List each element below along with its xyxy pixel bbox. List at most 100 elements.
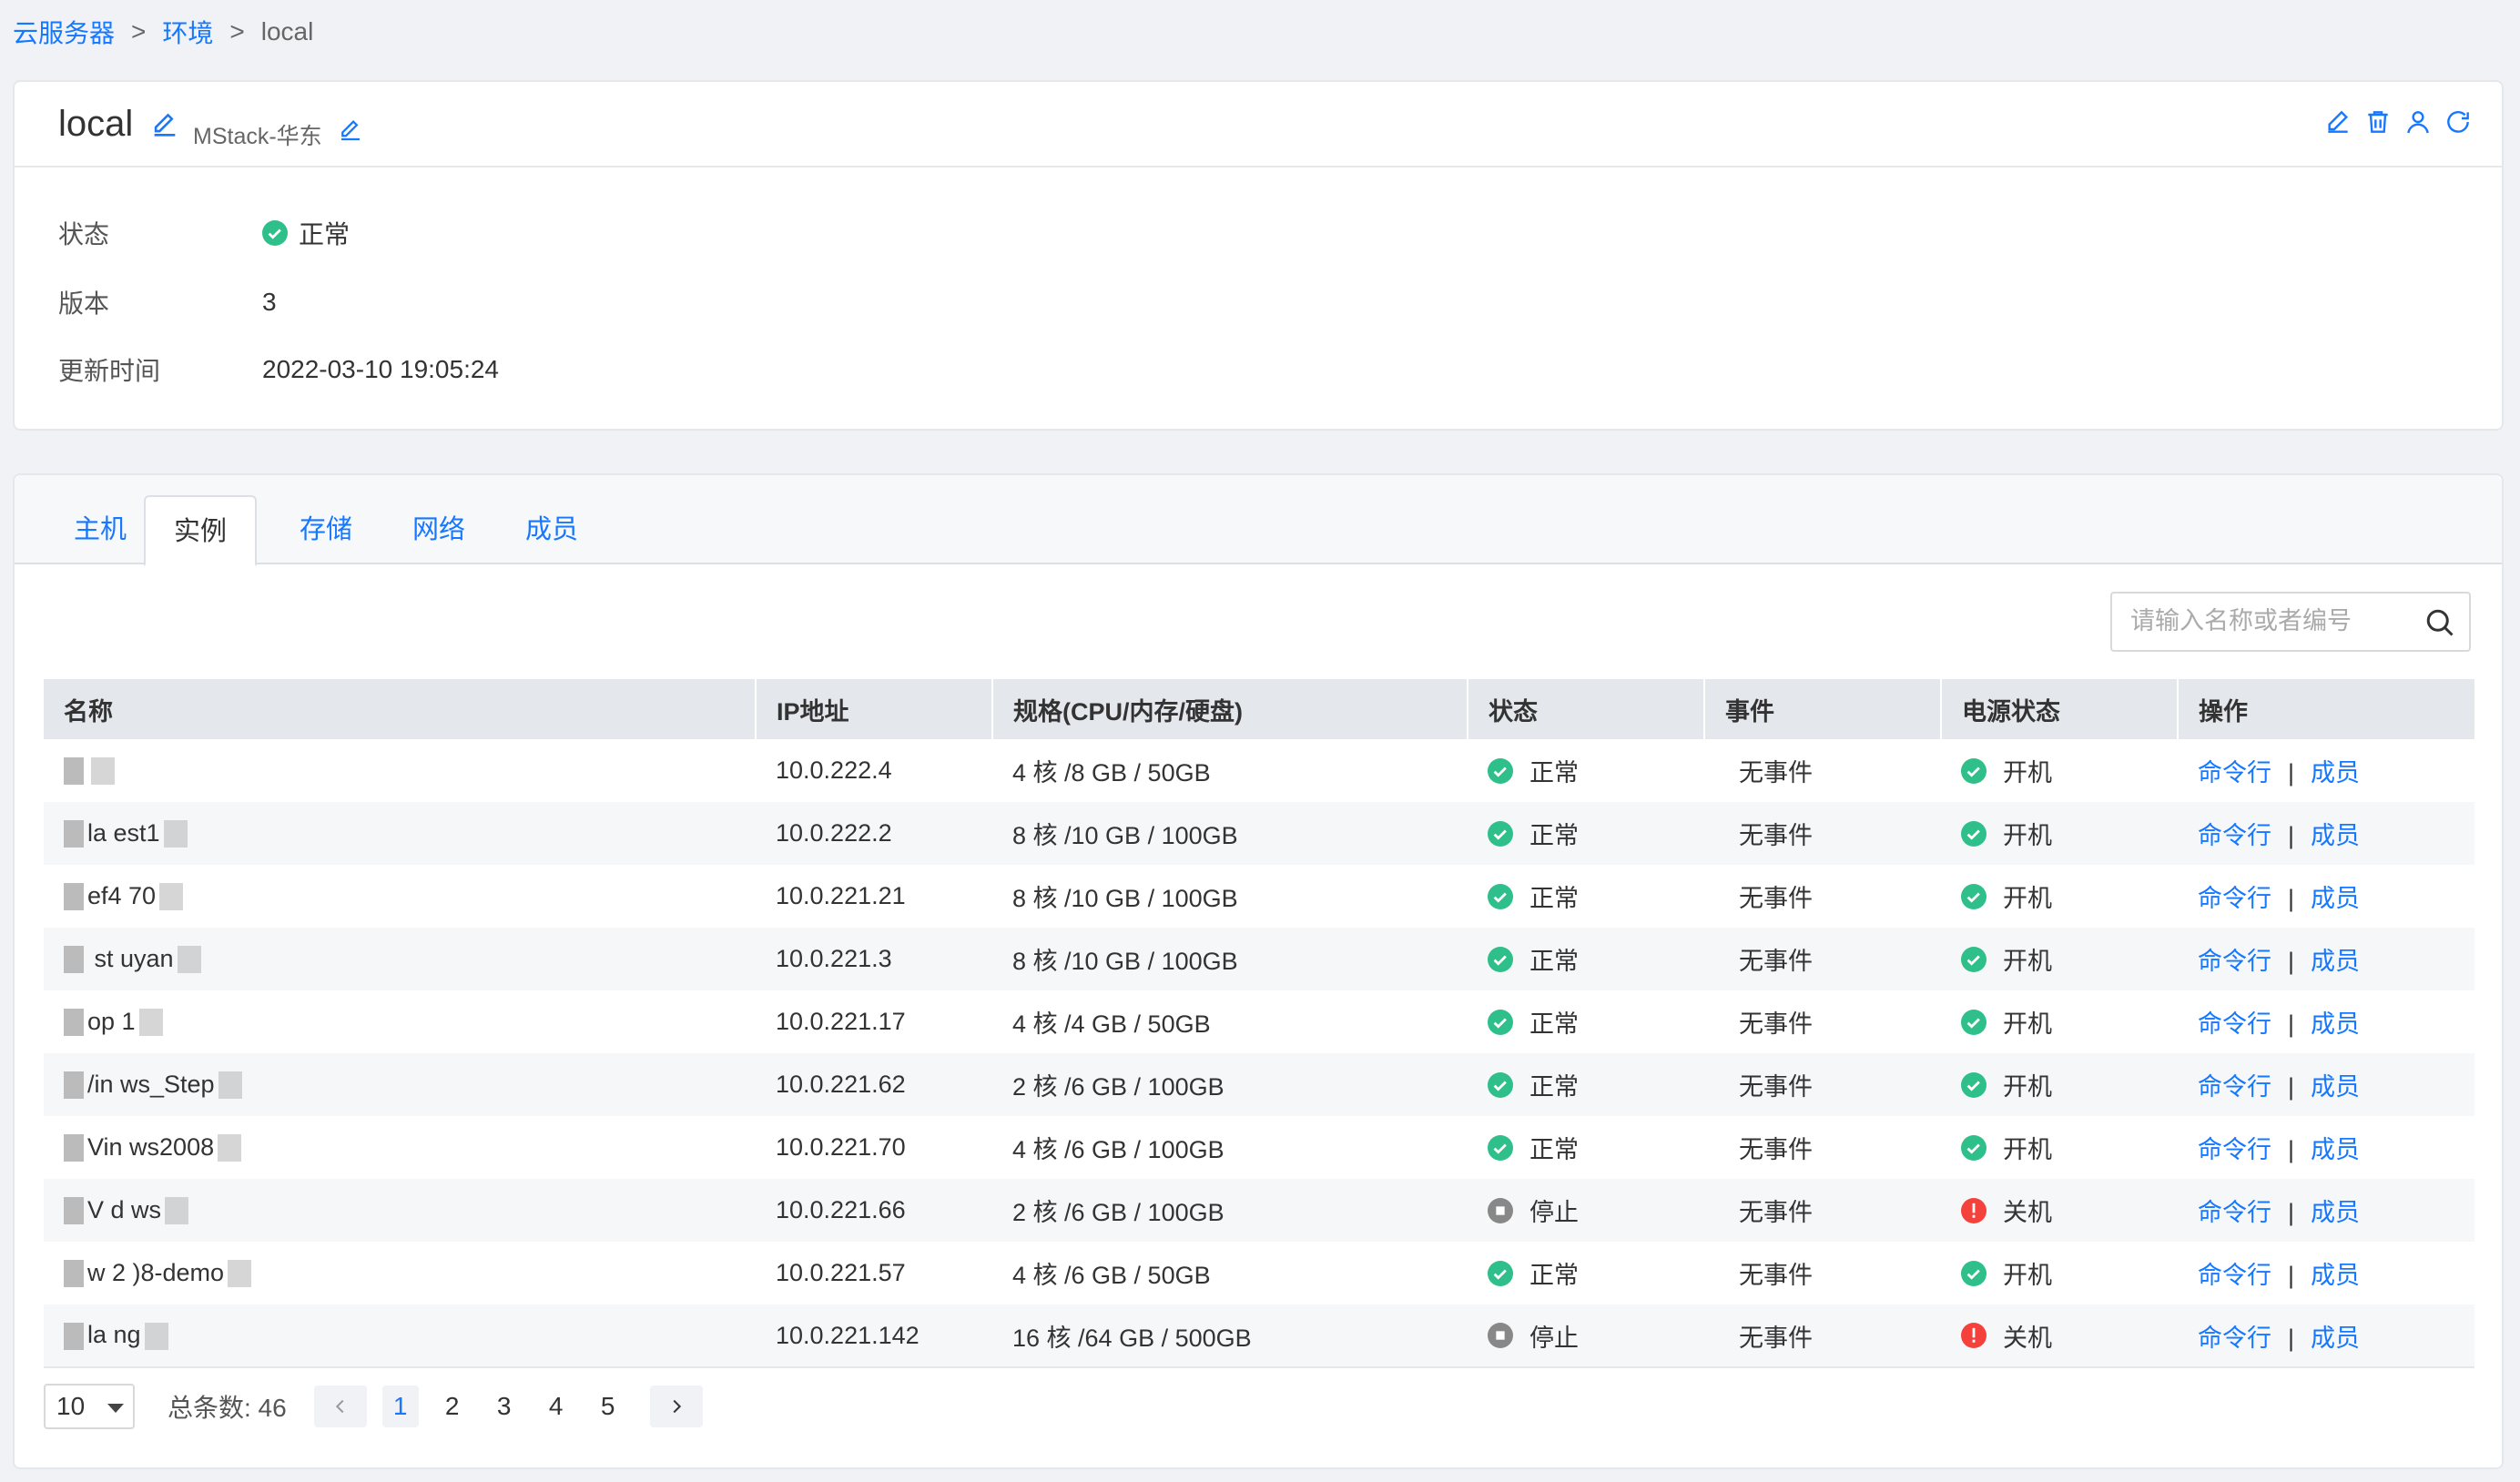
page-5[interactable]: 5 bbox=[590, 1386, 626, 1427]
instance-event: 无事件 bbox=[1739, 1262, 1813, 1289]
environment-card: local MStack-华东 状态 正常 版本 3 更新时间 2022-03-… bbox=[13, 80, 2504, 431]
search-box bbox=[2110, 592, 2471, 652]
table-row[interactable]: la ng 10.0.221.142 16 核 /64 GB / 500GB 停止 无事… bbox=[44, 1304, 2474, 1368]
members-link[interactable]: 成员 bbox=[2311, 759, 2360, 787]
breadcrumb-cloud-servers[interactable]: 云服务器 bbox=[13, 14, 115, 50]
instance-name: V d ws bbox=[87, 1195, 162, 1223]
stop-circle-icon bbox=[1488, 1197, 1513, 1223]
table-row[interactable]: op 1 10.0.221.17 4 核 /4 GB / 50GB 正常 无事件 开机 命令… bbox=[44, 990, 2474, 1053]
table-row[interactable]: /in ws_Step 10.0.221.62 2 核 /6 GB / 100GB 正… bbox=[44, 1053, 2474, 1116]
console-link[interactable]: 命令行 bbox=[2198, 1199, 2271, 1226]
console-link[interactable]: 命令行 bbox=[2198, 948, 2271, 975]
instance-spec: 16 核 /64 GB / 500GB bbox=[992, 1304, 1468, 1368]
instance-status: 正常 bbox=[1468, 990, 1704, 1053]
instance-name: la ng bbox=[87, 1321, 141, 1349]
members-link[interactable]: 成员 bbox=[2311, 1073, 2360, 1101]
instance-name-cell: V d ws bbox=[44, 1179, 756, 1242]
table-row[interactable]: st uyan 10.0.221.3 8 核 /10 GB / 100GB 正常 无事件… bbox=[44, 928, 2474, 990]
power-text: 开机 bbox=[2003, 1010, 2052, 1038]
members-link[interactable]: 成员 bbox=[2311, 822, 2360, 849]
page-2[interactable]: 2 bbox=[434, 1386, 471, 1427]
instance-status: 停止 bbox=[1468, 1179, 1704, 1242]
console-link[interactable]: 命令行 bbox=[2198, 759, 2271, 787]
instance-name: /in ws_Step bbox=[87, 1070, 215, 1098]
edit-region-icon[interactable] bbox=[337, 117, 364, 144]
instance-event: 无事件 bbox=[1704, 1179, 1941, 1242]
console-link[interactable]: 命令行 bbox=[2198, 1136, 2271, 1163]
col-ip[interactable]: IP地址 bbox=[756, 679, 993, 739]
redaction-mask bbox=[177, 946, 201, 974]
next-page-button[interactable] bbox=[649, 1386, 703, 1427]
col-name[interactable]: 名称 bbox=[44, 679, 757, 739]
instance-power: 开机 bbox=[1941, 990, 2178, 1053]
members-link[interactable]: 成员 bbox=[2311, 1010, 2360, 1038]
status-value: 正常 bbox=[262, 215, 350, 251]
instance-status: 正常 bbox=[1468, 1053, 1704, 1116]
tab-instances[interactable]: 实例 bbox=[144, 495, 257, 566]
trash-icon[interactable] bbox=[2363, 107, 2393, 137]
instance-status: 正常 bbox=[1468, 928, 1704, 990]
table-row[interactable]: V d ws 10.0.221.66 2 核 /6 GB / 100GB 停止 无事件 关… bbox=[44, 1179, 2474, 1242]
instance-name-cell: ef4 70 bbox=[44, 865, 756, 928]
console-link[interactable]: 命令行 bbox=[2198, 822, 2271, 849]
redaction-mask bbox=[165, 1197, 189, 1225]
instance-actions: 命令行 | 成员 bbox=[2178, 1179, 2474, 1242]
console-link[interactable]: 命令行 bbox=[2198, 1262, 2271, 1289]
action-divider: | bbox=[2288, 1010, 2295, 1038]
action-divider: | bbox=[2288, 1073, 2295, 1101]
members-link[interactable]: 成员 bbox=[2311, 885, 2360, 912]
check-circle-icon bbox=[1488, 1009, 1513, 1035]
search-input[interactable] bbox=[2130, 594, 2422, 648]
tab-hosts[interactable]: 主机 bbox=[46, 495, 155, 564]
console-link[interactable]: 命令行 bbox=[2198, 1010, 2271, 1038]
action-divider: | bbox=[2288, 1136, 2295, 1163]
col-spec[interactable]: 规格(CPU/内存/硬盘) bbox=[992, 679, 1468, 739]
page-size-select[interactable]: 10 bbox=[44, 1384, 135, 1429]
refresh-icon[interactable] bbox=[2444, 107, 2473, 137]
power-text: 开机 bbox=[2003, 885, 2052, 912]
members-link[interactable]: 成员 bbox=[2311, 1325, 2360, 1352]
breadcrumb-environments[interactable]: 环境 bbox=[162, 14, 213, 50]
table-row[interactable]: w 2 )8-demo 10.0.221.57 4 核 /6 GB / 50GB 正常… bbox=[44, 1242, 2474, 1304]
page-1[interactable]: 1 bbox=[381, 1386, 419, 1427]
page-3[interactable]: 3 bbox=[486, 1386, 523, 1427]
edit-name-icon[interactable] bbox=[149, 109, 180, 140]
version-label: 版本 bbox=[58, 289, 110, 318]
col-status[interactable]: 状态 bbox=[1468, 679, 1705, 739]
col-event[interactable]: 事件 bbox=[1704, 679, 1942, 739]
table-row[interactable]: ef4 70 10.0.221.21 8 核 /10 GB / 100GB 正常 无事件… bbox=[44, 865, 2474, 928]
check-circle-icon bbox=[1961, 1071, 1987, 1098]
members-link[interactable]: 成员 bbox=[2311, 1262, 2360, 1289]
instance-spec: 4 核 /8 GB / 50GB bbox=[1012, 759, 1211, 787]
user-icon[interactable] bbox=[2403, 107, 2433, 137]
members-link[interactable]: 成员 bbox=[2311, 948, 2360, 975]
instance-name-cell: Vin ws2008 bbox=[44, 1116, 756, 1179]
action-divider: | bbox=[2288, 948, 2295, 975]
col-power[interactable]: 电源状态 bbox=[1941, 679, 2179, 739]
instance-actions: 命令行 | 成员 bbox=[2178, 1242, 2474, 1304]
instance-ip: 10.0.221.17 bbox=[776, 1008, 906, 1035]
members-link[interactable]: 成员 bbox=[2311, 1136, 2360, 1163]
page-4[interactable]: 4 bbox=[538, 1386, 574, 1427]
tab-storage[interactable]: 存储 bbox=[271, 495, 381, 564]
table-row[interactable]: la est1 10.0.222.2 8 核 /10 GB / 100GB 正常 无事件… bbox=[44, 802, 2474, 865]
table-row[interactable]: 10.0.222.4 4 核 /8 GB / 50GB 正常 无事件 开机 命令行 | 成员 bbox=[44, 739, 2474, 802]
power-text: 开机 bbox=[2003, 948, 2052, 975]
tab-members[interactable]: 成员 bbox=[497, 495, 606, 564]
table-row[interactable]: Vin ws2008 10.0.221.70 4 核 /6 GB / 100GB 正常… bbox=[44, 1116, 2474, 1179]
console-link[interactable]: 命令行 bbox=[2198, 1073, 2271, 1101]
action-divider: | bbox=[2288, 1324, 2295, 1352]
status-text: 停止 bbox=[1529, 1199, 1579, 1226]
instance-ip: 10.0.221.66 bbox=[756, 1179, 992, 1242]
instance-status: 正常 bbox=[1468, 1116, 1704, 1179]
instance-status: 停止 bbox=[1468, 1304, 1704, 1368]
prev-page-button[interactable] bbox=[313, 1386, 367, 1427]
redaction-mask bbox=[144, 1322, 168, 1350]
redaction-mask bbox=[64, 1009, 84, 1037]
edit-icon[interactable] bbox=[2323, 107, 2352, 137]
console-link[interactable]: 命令行 bbox=[2198, 885, 2271, 912]
search-icon[interactable] bbox=[2423, 606, 2456, 639]
members-link[interactable]: 成员 bbox=[2311, 1199, 2360, 1226]
console-link[interactable]: 命令行 bbox=[2198, 1325, 2271, 1352]
tab-network[interactable]: 网络 bbox=[384, 495, 493, 564]
